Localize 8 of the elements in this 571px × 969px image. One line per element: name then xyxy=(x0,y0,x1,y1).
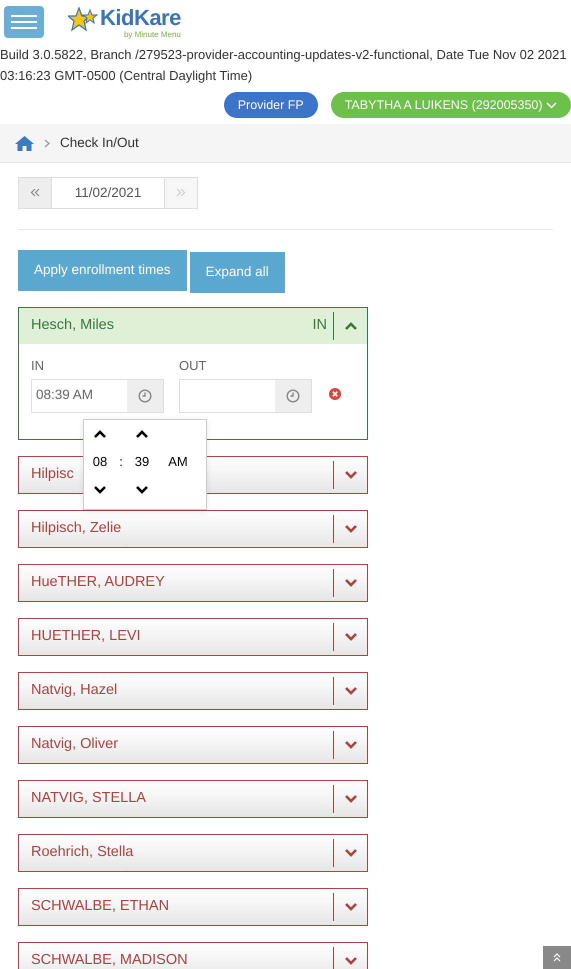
logo-text: KidKare xyxy=(100,6,181,30)
breadcrumb-item: Check In/Out xyxy=(60,134,139,152)
field-label: OUT xyxy=(179,357,208,375)
build-info: Build 3.0.5822, Branch /279523-provider-accounting-updates-v2-functional, Date Tue Nov 02 2021 03:16:23 GMT-0500 (Central Daylight Time) xyxy=(0,46,568,85)
status-label: IN xyxy=(312,316,328,336)
time-separator: : xyxy=(119,453,123,472)
logo-tagline: by Minute Menu xyxy=(122,30,181,38)
field-label: IN xyxy=(31,357,45,375)
